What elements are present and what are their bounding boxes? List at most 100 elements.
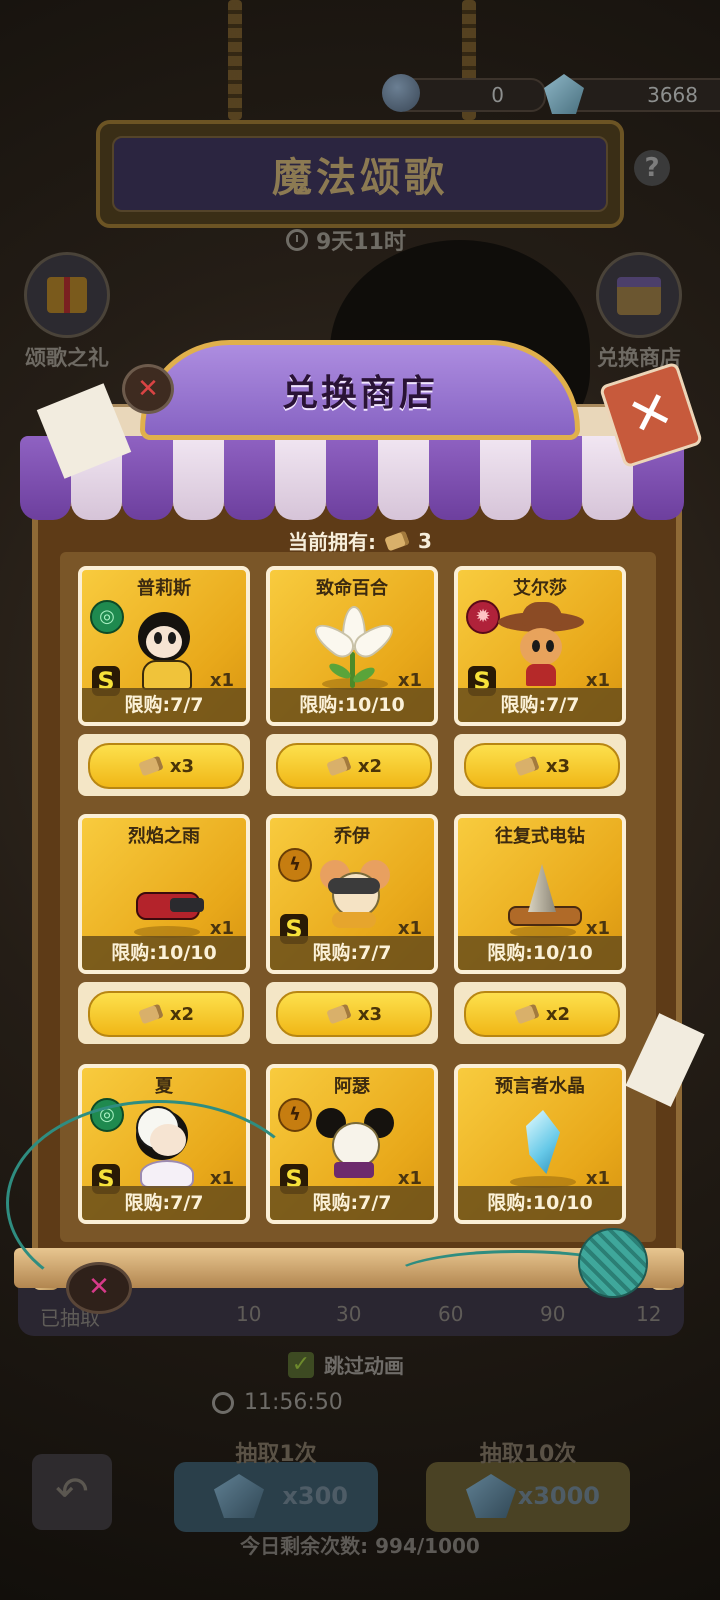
- character-portrait: [498, 602, 584, 686]
- scroll-icon: [326, 1003, 352, 1025]
- buy-button[interactable]: x2: [266, 734, 438, 796]
- scroll-icon: [138, 755, 164, 777]
- orb-currency: 0: [382, 74, 546, 112]
- draw-one-button[interactable]: 抽取1次 x300: [174, 1442, 378, 1532]
- energy-element-icon: ϟ: [278, 848, 312, 882]
- milestone: 12: [636, 1302, 662, 1326]
- event-title-banner: 魔法颂歌: [96, 120, 624, 228]
- milestone: 10: [236, 1302, 262, 1326]
- buy-cost: x2: [545, 1003, 571, 1025]
- chain-decoration: [228, 0, 242, 120]
- buy-cost: x2: [357, 755, 383, 777]
- buy-button[interactable]: x2: [78, 982, 250, 1044]
- scroll-icon: [514, 1003, 540, 1025]
- scroll-icon: [138, 1003, 164, 1025]
- item-name: 艾尔莎: [513, 578, 567, 599]
- button-knot-icon: ✕: [122, 364, 174, 414]
- skip-animation-toggle[interactable]: ✓ 跳过动画: [288, 1350, 404, 1379]
- carol-gift-label: 颂歌之礼: [25, 346, 109, 370]
- wind-element-icon: ◎: [90, 600, 124, 634]
- shop-sign: 兑换商店: [140, 340, 580, 440]
- carol-gift-button[interactable]: 颂歌之礼: [12, 252, 122, 372]
- buy-button[interactable]: x3: [78, 734, 250, 796]
- flame-gun-item-icon: [126, 852, 204, 938]
- buy-cost: x3: [545, 755, 571, 777]
- gem-icon: [214, 1474, 264, 1518]
- owned-label: 当前拥有:: [288, 530, 377, 554]
- shop-title: 兑换商店: [281, 373, 438, 414]
- gift-icon: [24, 252, 110, 338]
- purchase-limit: 限购:10/10: [458, 936, 622, 970]
- milestone: 30: [336, 1302, 362, 1326]
- orb-icon: [382, 74, 420, 112]
- help-button[interactable]: ?: [634, 150, 670, 186]
- gem-value: 3668: [647, 83, 698, 107]
- scroll-icon: [384, 530, 410, 552]
- draw-ten-cost: x3000: [517, 1482, 600, 1510]
- item-name: 普莉斯: [137, 578, 191, 599]
- item-name: 阿瑟: [334, 1076, 370, 1097]
- shop-icon: [596, 252, 682, 338]
- item-name: 致命百合: [316, 578, 388, 599]
- shop-item-card[interactable]: 普莉斯 ◎ S x1 限购:7/7: [78, 566, 250, 726]
- button-knot-icon: ✕: [66, 1262, 132, 1314]
- shop-item-card[interactable]: 往复式电钻 x1 限购:10/10: [454, 814, 626, 974]
- draw-ten-label: 抽取10次: [479, 1442, 577, 1467]
- buy-button[interactable]: x3: [266, 982, 438, 1044]
- character-portrait: [126, 604, 204, 690]
- purchase-limit: 限购:7/7: [458, 688, 622, 722]
- purchase-limit: 限购:10/10: [270, 688, 434, 722]
- buy-button[interactable]: x3: [454, 734, 626, 796]
- item-name: 烈焰之雨: [128, 826, 200, 847]
- gem-icon: [466, 1474, 516, 1518]
- refresh-timer: 11:56:50: [212, 1390, 343, 1415]
- purchase-limit: 限购:10/10: [458, 1186, 622, 1220]
- buy-button[interactable]: x2: [454, 982, 626, 1044]
- shop-item-card[interactable]: 乔伊 ϟ S x1 限购:7/7: [266, 814, 438, 974]
- skip-animation-label: 跳过动画: [324, 1354, 404, 1378]
- owned-count: 3: [418, 528, 432, 553]
- fire-element-icon: ✹: [466, 600, 500, 634]
- item-name: 预言者水晶: [495, 1076, 585, 1097]
- yarn-ball-icon: [578, 1228, 648, 1298]
- remaining-draws: 今日剩余次数: 994/1000: [240, 1534, 480, 1558]
- event-timer: 9天11时: [286, 224, 406, 256]
- event-timer-text: 9天11时: [316, 230, 406, 255]
- crystal-item-icon: [502, 1102, 580, 1188]
- scroll-icon: [326, 755, 352, 777]
- checkbox-icon: ✓: [288, 1351, 314, 1378]
- refresh-icon: [212, 1391, 234, 1414]
- milestone: 60: [438, 1302, 464, 1326]
- scroll-icon: [514, 755, 540, 777]
- buy-cost: x2: [169, 1003, 195, 1025]
- milestone: 90: [540, 1302, 566, 1326]
- buy-cost: x3: [357, 1003, 383, 1025]
- buy-cost: x3: [169, 755, 195, 777]
- character-portrait: [314, 852, 392, 932]
- owned-currency: 当前拥有: 3: [0, 526, 720, 555]
- shop-item-card[interactable]: 预言者水晶 x1 限购:10/10: [454, 1064, 626, 1224]
- purchase-limit: 限购:10/10: [82, 936, 246, 970]
- item-name: 往复式电钻: [495, 826, 585, 847]
- draw-one-cost: x300: [282, 1482, 348, 1510]
- back-button[interactable]: ↶: [32, 1454, 112, 1530]
- lily-item-icon: [309, 604, 399, 690]
- purchase-limit: 限购:7/7: [82, 688, 246, 722]
- exchange-shop-side-button[interactable]: 兑换商店: [584, 252, 694, 372]
- thread-decoration: [6, 1100, 312, 1306]
- draw-one-label: 抽取1次: [235, 1442, 317, 1467]
- energy-element-icon: ϟ: [278, 1098, 312, 1132]
- orb-value: 0: [491, 83, 504, 107]
- shop-item-card[interactable]: 致命百合 x1 限购:10/10: [266, 566, 438, 726]
- refresh-timer-text: 11:56:50: [244, 1390, 343, 1415]
- gem-currency: 3668 +: [544, 74, 720, 114]
- event-title: 魔法颂歌: [112, 136, 608, 212]
- item-name: 夏: [155, 1076, 173, 1097]
- item-name: 乔伊: [334, 826, 370, 847]
- drill-item-icon: [502, 852, 582, 938]
- draw-ten-button[interactable]: 抽取10次 x3000: [426, 1442, 630, 1532]
- shop-item-card[interactable]: 烈焰之雨 x1 限购:10/10: [78, 814, 250, 974]
- character-portrait: [314, 1102, 394, 1182]
- shop-item-card[interactable]: 艾尔莎 ✹ S x1 限购:7/7: [454, 566, 626, 726]
- purchase-limit: 限购:7/7: [270, 936, 434, 970]
